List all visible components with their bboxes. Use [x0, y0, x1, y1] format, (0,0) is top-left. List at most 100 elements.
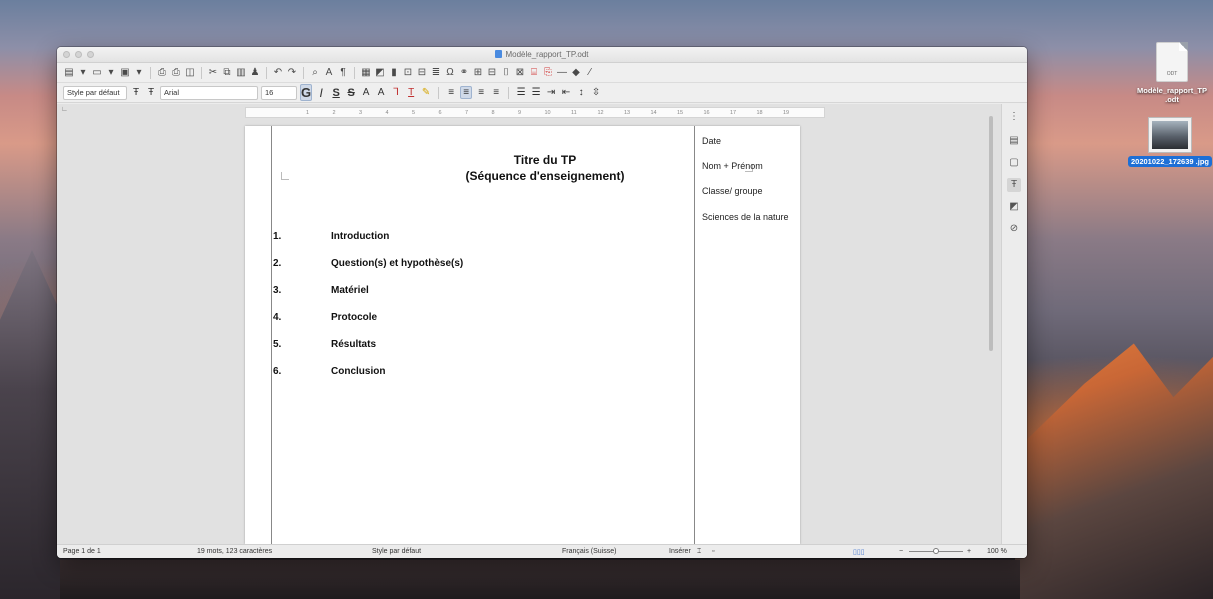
- open-dropdown-icon[interactable]: ▾: [105, 66, 117, 80]
- update-style-icon[interactable]: Ŧ: [130, 87, 142, 98]
- formatting-marks-icon[interactable]: ¶: [337, 66, 349, 80]
- endnote-icon[interactable]: ⊟: [486, 66, 498, 80]
- gallery-icon[interactable]: ◩: [1007, 200, 1021, 214]
- cut-icon[interactable]: ✂: [207, 66, 219, 80]
- numbering-icon[interactable]: ☰: [530, 87, 542, 98]
- word-count[interactable]: 19 mots, 123 caractères: [197, 548, 272, 555]
- paste-icon[interactable]: ▥: [235, 66, 247, 80]
- side-field-subject[interactable]: Sciences de la nature: [702, 212, 790, 222]
- document-page[interactable]: Date Nom + Prénom Classe/ groupe Science…: [245, 126, 800, 544]
- tab-stop-selector[interactable]: ∟: [61, 106, 68, 113]
- status-bar: Page 1 de 1 19 mots, 123 caractères Styl…: [57, 544, 1027, 558]
- align-center-icon[interactable]: ≡: [460, 86, 473, 99]
- align-right-icon[interactable]: ≡: [475, 87, 487, 98]
- superscript-button[interactable]: A: [360, 87, 372, 98]
- table-icon[interactable]: ▦: [360, 66, 372, 80]
- section-heading[interactable]: Introduction: [331, 231, 389, 242]
- ruler-number: 5: [412, 110, 416, 116]
- page-indicator[interactable]: Page 1 de 1: [63, 548, 101, 555]
- insert-mode[interactable]: Insérer: [669, 548, 691, 555]
- align-left-icon[interactable]: ≡: [445, 87, 457, 98]
- bullets-icon[interactable]: ☰: [515, 87, 527, 98]
- save-icon[interactable]: ▣: [119, 66, 131, 80]
- zoom-in-button[interactable]: +: [967, 548, 971, 555]
- subscript-button[interactable]: A: [375, 87, 387, 98]
- new-document-icon[interactable]: ▤: [63, 66, 75, 80]
- side-field-date[interactable]: Date: [702, 136, 790, 146]
- hyperlink-icon[interactable]: ⚭: [458, 66, 470, 80]
- navigator-icon[interactable]: ⊘: [1007, 222, 1021, 236]
- paragraph-spacing-icon[interactable]: ⇳: [590, 87, 602, 98]
- section-heading[interactable]: Matériel: [331, 285, 369, 296]
- redo-icon[interactable]: ↷: [286, 66, 298, 80]
- cross-reference-icon[interactable]: ⊠: [514, 66, 526, 80]
- undo-icon[interactable]: ↶: [272, 66, 284, 80]
- selection-mode-icon[interactable]: ⌶: [697, 548, 701, 556]
- strikethrough-button[interactable]: S: [345, 87, 357, 99]
- chart-icon[interactable]: ▮: [388, 66, 400, 80]
- zoom-slider-knob[interactable]: [933, 548, 939, 554]
- desktop-file-jpg[interactable]: 20201022_172639 .jpg: [1128, 118, 1212, 167]
- line-icon[interactable]: —: [556, 66, 568, 80]
- document-title[interactable]: Titre du TP: [345, 153, 745, 167]
- spellcheck-icon[interactable]: A: [323, 66, 335, 80]
- field-icon[interactable]: ≣: [430, 66, 442, 80]
- page-break-icon[interactable]: ⊟: [416, 66, 428, 80]
- zoom-out-button[interactable]: −: [899, 548, 903, 555]
- language[interactable]: Français (Suisse): [562, 548, 616, 555]
- desktop-wallpaper-mountain-right: [1015, 343, 1213, 599]
- highlight-icon[interactable]: ✎: [420, 87, 432, 98]
- font-color-icon[interactable]: T: [405, 87, 417, 98]
- find-icon[interactable]: ⌕: [309, 66, 321, 80]
- bold-button[interactable]: G: [300, 84, 313, 101]
- footnote-icon[interactable]: ⊞: [472, 66, 484, 80]
- export-pdf-icon[interactable]: ⎙: [156, 66, 168, 80]
- title-bar[interactable]: Modèle_rapport_TP.odt: [57, 47, 1027, 63]
- font-name-select[interactable]: Arial: [160, 85, 258, 100]
- track-changes-icon[interactable]: ⎘: [542, 66, 554, 80]
- new-style-icon[interactable]: Ŧ: [145, 87, 157, 98]
- horizontal-ruler[interactable]: 1 2 3 4 5 6 7 8 9 10 11 12 13 14 15 16 17 18 19: [245, 107, 825, 118]
- underline-button[interactable]: S: [330, 87, 342, 99]
- properties-icon[interactable]: ▤: [1007, 134, 1021, 148]
- page-style[interactable]: Style par défaut: [372, 548, 421, 555]
- page-icon[interactable]: ▢: [1007, 156, 1021, 170]
- view-layout-icon[interactable]: ▯▯▯: [853, 548, 865, 556]
- bookmark-icon[interactable]: ⌷: [500, 66, 512, 80]
- draw-icon[interactable]: ⁄: [584, 66, 596, 80]
- section-heading[interactable]: Protocole: [331, 312, 377, 323]
- comment-icon[interactable]: ⌸: [528, 66, 540, 80]
- vertical-scrollbar[interactable]: [987, 110, 995, 542]
- section-heading[interactable]: Résultats: [331, 339, 376, 350]
- new-dropdown-icon[interactable]: ▾: [77, 66, 89, 80]
- italic-button[interactable]: I: [315, 86, 327, 100]
- increase-indent-icon[interactable]: ⇥: [545, 87, 557, 98]
- print-icon[interactable]: ⎙: [170, 66, 182, 80]
- clear-formatting-icon[interactable]: Ꞁ: [390, 87, 402, 98]
- styles-icon[interactable]: Ŧ: [1007, 178, 1021, 192]
- desktop-wallpaper-mountain-bottom: [60, 560, 1020, 599]
- image-icon[interactable]: ◩: [374, 66, 386, 80]
- text-box-icon[interactable]: ⊡: [402, 66, 414, 80]
- save-dropdown-icon[interactable]: ▾: [133, 66, 145, 80]
- zoom-level[interactable]: 100 %: [987, 548, 1007, 555]
- copy-icon[interactable]: ⧉: [221, 66, 233, 80]
- open-icon[interactable]: ▭: [91, 66, 103, 80]
- desktop-file-label: 20201022_172639 .jpg: [1128, 156, 1212, 167]
- shapes-icon[interactable]: ◆: [570, 66, 582, 80]
- line-spacing-icon[interactable]: ↕: [575, 87, 587, 98]
- justify-icon[interactable]: ≡: [490, 87, 502, 98]
- document-subtitle[interactable]: (Séquence d'enseignement): [345, 169, 745, 183]
- decrease-indent-icon[interactable]: ⇤: [560, 87, 572, 98]
- desktop-file-odt[interactable]: ODT Modèle_rapport_TP .odt: [1130, 42, 1213, 104]
- paragraph-style-select[interactable]: Style par défaut: [63, 85, 127, 100]
- special-character-icon[interactable]: Ω: [444, 66, 456, 80]
- clone-format-icon[interactable]: ♟: [249, 66, 261, 80]
- print-preview-icon[interactable]: ◫: [184, 66, 196, 80]
- sidebar-menu-icon[interactable]: ⋮: [1007, 110, 1021, 124]
- scrollbar-thumb[interactable]: [989, 116, 993, 351]
- section-heading[interactable]: Conclusion: [331, 366, 385, 377]
- section-heading[interactable]: Question(s) et hypothèse(s): [331, 258, 463, 269]
- side-field-class[interactable]: Classe/ groupe: [702, 186, 790, 196]
- font-size-select[interactable]: 16: [261, 85, 297, 100]
